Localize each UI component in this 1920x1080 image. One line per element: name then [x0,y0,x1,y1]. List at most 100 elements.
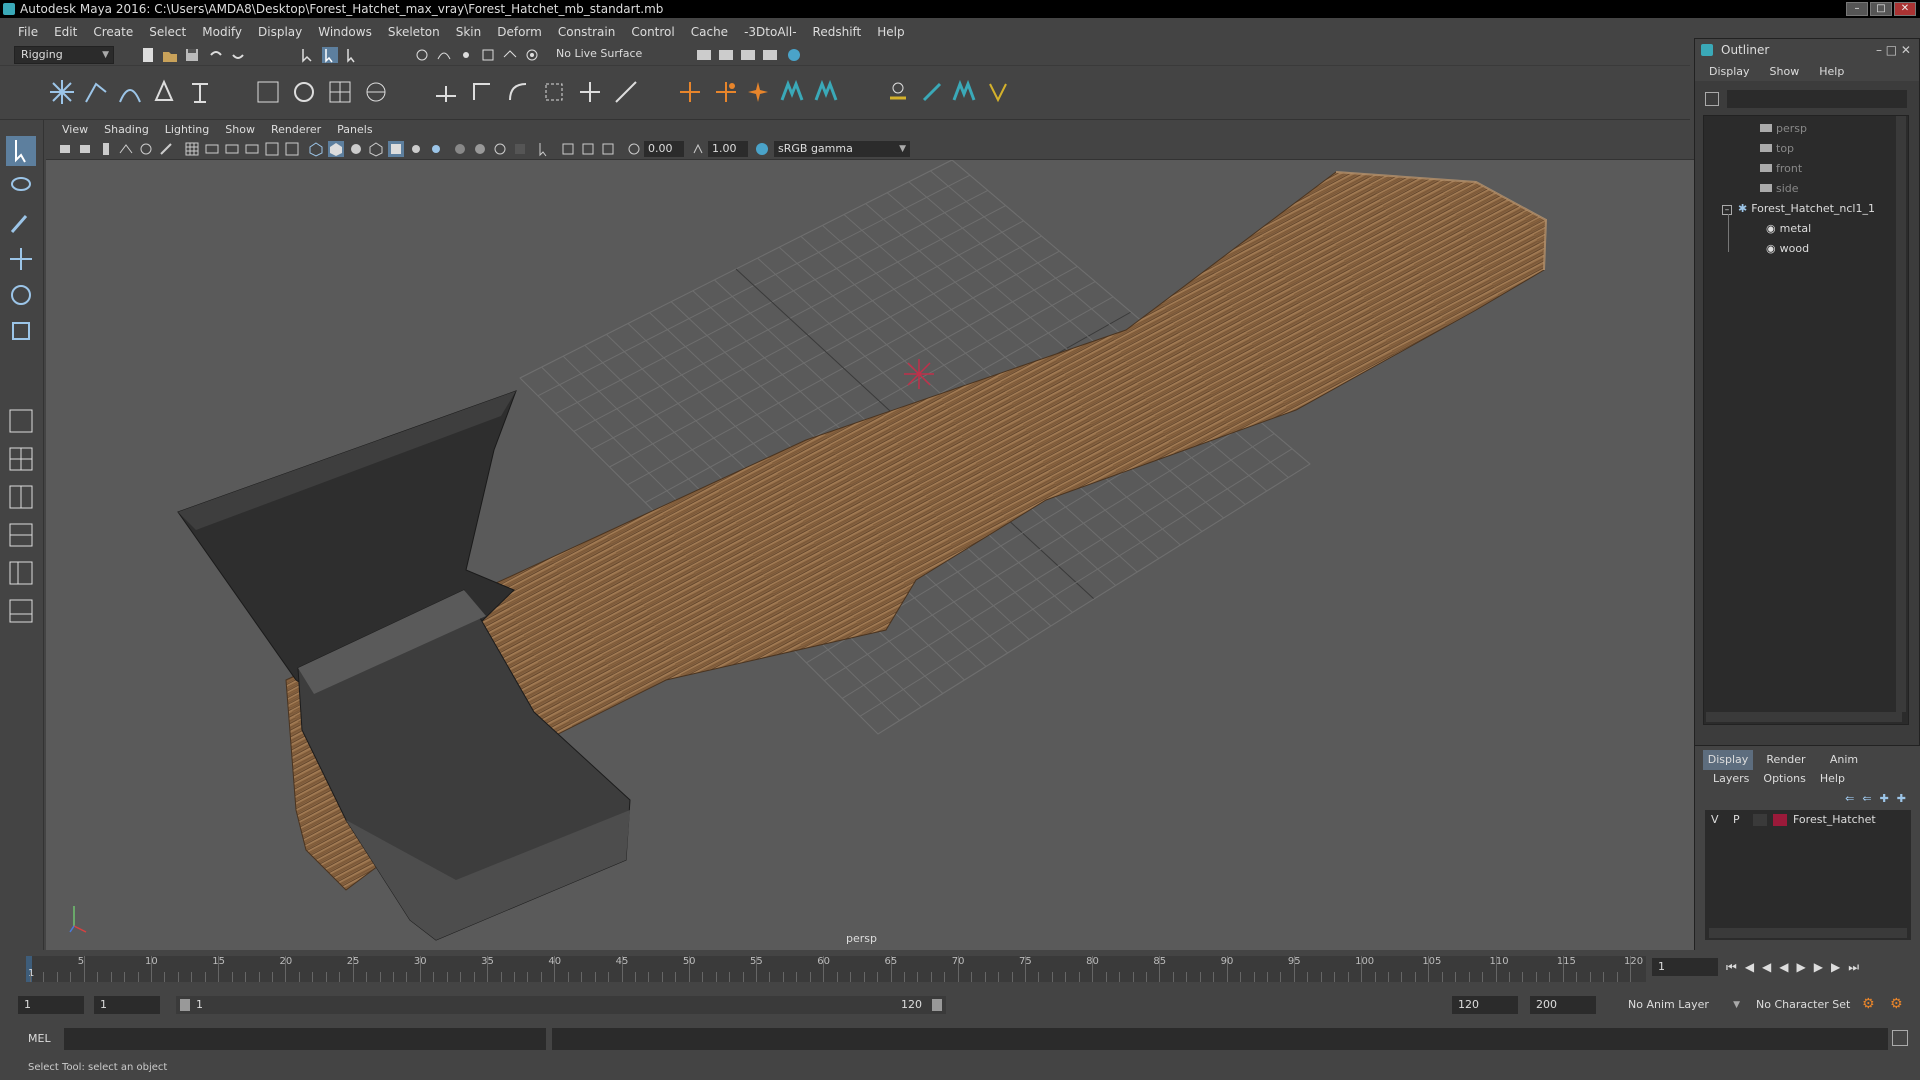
play-back-icon[interactable]: ◀ [1779,960,1788,975]
ipr-render-icon[interactable] [740,47,756,63]
xray-components-icon[interactable] [600,141,616,157]
safe-action-icon[interactable] [284,141,300,157]
constraint-pole-icon[interactable] [612,78,640,106]
menu-edit[interactable]: Edit [46,25,85,39]
layer-color-swatch[interactable] [1773,814,1787,826]
outliner-h-scrollbar[interactable] [1706,712,1902,722]
exposure-field[interactable]: 0.00 [644,141,684,157]
script-editor-icon[interactable] [1892,1030,1908,1046]
new-layer-selected-icon[interactable]: ✚ [1897,792,1906,805]
paint-select-icon[interactable] [6,208,36,238]
layer-type-toggle[interactable] [1753,814,1767,826]
maya-logo-icon[interactable] [950,78,978,106]
step-forward-frame-icon[interactable]: ▶ [1814,960,1823,975]
camera-attr-icon[interactable] [78,141,94,157]
range-bar[interactable]: 1 120 [176,996,946,1014]
maximize-button[interactable]: □ [1870,2,1892,16]
move-tool-icon[interactable] [6,244,36,274]
film-gate-icon[interactable] [204,141,220,157]
use-all-lights-icon[interactable] [408,141,424,157]
animation-prefs-icon[interactable]: ⚙ [1890,996,1903,1012]
layer-menu-layers[interactable]: Layers [1713,772,1749,785]
close-button[interactable]: ✕ [1894,2,1916,16]
panel-menu-renderer[interactable]: Renderer [263,123,329,136]
persp-graph-icon[interactable] [6,596,36,626]
blend-shape-icon[interactable] [326,78,354,106]
playback-end-field[interactable]: 120 [1452,996,1518,1014]
move-layer-up-icon[interactable]: ⇐ [1845,792,1854,805]
animation-end-field[interactable]: 200 [1530,996,1596,1014]
gate-mask-icon[interactable] [244,141,260,157]
outliner-tree[interactable]: persp top front side – ✱ Forest_Hatchet_nc… [1703,115,1909,725]
menu-constrain[interactable]: Constrain [550,25,624,39]
outliner-window-buttons[interactable]: – □ ✕ [1876,39,1911,61]
time-ruler[interactable]: 1 5 10 15 20 25 30 35 40 45 50 55 60 65 70 75 80 85 90 95 1… [26,956,1646,982]
paint-weights-icon[interactable] [186,78,214,106]
move-layer-down-icon[interactable]: ⇐ [1862,792,1871,805]
snap-view-icon[interactable] [480,47,496,63]
menu-control[interactable]: Control [623,25,682,39]
command-language-label[interactable]: MEL [28,1032,51,1045]
exposure-icon[interactable] [626,141,642,157]
render-view-icon[interactable] [696,47,712,63]
step-back-frame-icon[interactable]: ◀ [1762,960,1771,975]
menu-skin[interactable]: Skin [448,25,490,39]
new-layer-icon[interactable]: ✚ [1880,792,1889,805]
locator-joint-icon[interactable] [712,78,740,106]
select-tool-icon[interactable] [6,136,36,166]
outliner-v-scrollbar[interactable] [1896,116,1906,712]
minimize-button[interactable]: – [1846,2,1868,16]
animation-start-field[interactable]: 1 [18,996,84,1014]
menuset-dropdown[interactable]: Rigging ▼ [14,46,114,64]
color-management-icon[interactable] [754,141,770,157]
shadows-icon[interactable] [428,141,444,157]
menu-help[interactable]: Help [869,25,912,39]
menu-redshift[interactable]: Redshift [805,25,870,39]
go-to-start-icon[interactable]: ⏮ [1726,960,1737,975]
layer-row[interactable]: V P Forest_Hatchet [1705,810,1911,830]
bookmark-icon[interactable] [98,141,114,157]
range-start-handle[interactable] [180,999,190,1011]
live-surface-field[interactable]: No Live Surface [550,46,650,64]
playback-start-field[interactable]: 1 [94,996,160,1014]
scale-tool-icon[interactable] [6,316,36,346]
tab-display[interactable]: Display [1703,750,1753,770]
xray-joints-icon[interactable] [580,141,596,157]
select-component-icon[interactable] [344,47,360,63]
character-set-dropdown[interactable]: No Character Set [1750,996,1870,1014]
layer-h-scrollbar[interactable] [1709,928,1907,938]
hypershade-icon[interactable] [786,47,802,63]
outliner-layout-icon[interactable] [6,558,36,588]
layer-visibility-toggle[interactable]: V [1711,813,1719,826]
stacked-pane-icon[interactable] [6,520,36,550]
constraint-point-icon[interactable] [432,78,460,106]
panel-menu-show[interactable]: Show [217,123,263,136]
clear-icon[interactable] [884,78,912,106]
ik-spline-icon[interactable] [116,78,144,106]
time-slider[interactable]: 1 5 10 15 20 25 30 35 40 45 50 55 60 65 70 75 80 85 90 95 1… [0,950,1920,988]
wireframe-on-shaded-icon[interactable] [368,141,384,157]
outliner-item-forest-hatchet[interactable]: – ✱ Forest_Hatchet_ncl1_1 [1722,202,1875,215]
auto-key-icon[interactable]: ⚙ [1862,996,1875,1012]
select-hierarchy-icon[interactable] [300,47,316,63]
tab-anim[interactable]: Anim [1819,750,1869,770]
go-to-end-icon[interactable]: ⏭ [1848,960,1859,975]
snap-surface-icon[interactable] [502,47,518,63]
lasso-tool-icon[interactable] [6,172,36,202]
undo-icon[interactable] [208,47,224,63]
ik-handle-icon[interactable] [82,78,110,106]
colorspace-dropdown[interactable]: sRGB gamma ▼ [774,141,910,157]
outliner-item-metal[interactable]: ◉ metal [1766,222,1811,235]
2d-pan-icon[interactable] [138,141,154,157]
menu-skeleton[interactable]: Skeleton [380,25,448,39]
grid-toggle-icon[interactable] [184,141,200,157]
step-back-key-icon[interactable]: ◀ [1745,960,1754,975]
select-object-icon[interactable] [322,47,338,63]
panel-menu-panels[interactable]: Panels [329,123,380,136]
menu-3dtoall[interactable]: -3DtoAll- [736,25,804,39]
human-ik-char-icon[interactable] [812,78,840,106]
render-current-icon[interactable] [718,47,734,63]
side-by-side-icon[interactable] [6,482,36,512]
panel-menu-shading[interactable]: Shading [96,123,157,136]
viewport[interactable]: persp [46,120,1694,950]
